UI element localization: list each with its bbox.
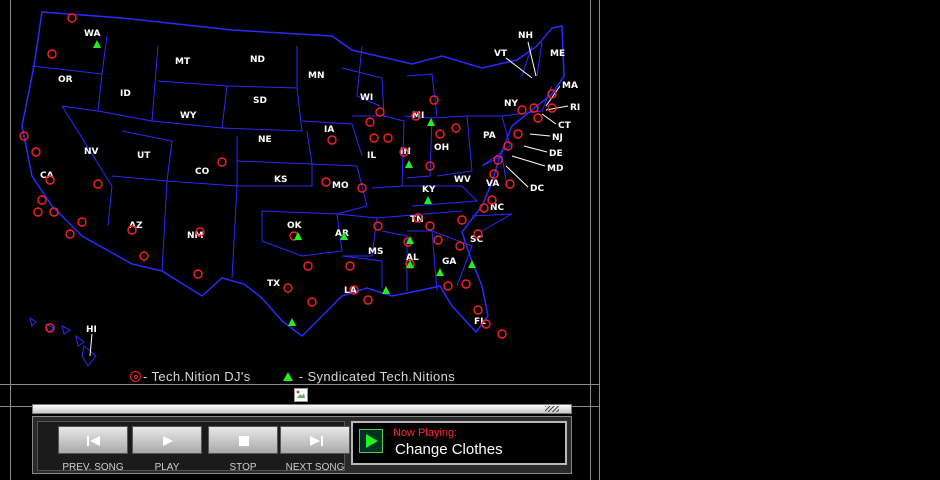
player-controls: PREV. SONG PLAY STOP NEXT SONG (37, 421, 350, 473)
legend-dj-label: - Tech.Nition DJ's (143, 369, 251, 385)
us-station-map[interactable]: WAORCA NVIDMT WYUTAZ CONMND SDNEKS OKTXM… (12, 6, 582, 366)
stop-button[interactable] (208, 426, 278, 454)
svg-text:NJ: NJ (552, 133, 563, 143)
state-borders (31, 35, 553, 292)
stop-label: STOP (229, 462, 257, 473)
svg-text:DE: DE (549, 149, 563, 159)
page-frame: WA OR CA NV ID MT WY UT AZ CO NM ND SD NE KS OK TX M… (0, 0, 600, 480)
svg-text:ID: ID (120, 89, 131, 99)
svg-text:NE: NE (258, 135, 272, 145)
svg-text:MT: MT (175, 57, 191, 67)
svg-text:WI: WI (360, 93, 373, 103)
svg-text:VT: VT (494, 49, 508, 59)
play-icon (163, 436, 173, 446)
svg-text:IA: IA (324, 125, 334, 135)
frame-divider (10, 0, 11, 480)
legend-syndicated-label: - Syndicated Tech.Nitions (298, 369, 456, 385)
svg-text:HI: HI (86, 325, 97, 335)
now-playing-display: Now Playing: Change Clothes (351, 421, 567, 465)
svg-text:IL: IL (367, 151, 376, 161)
svg-text:MA: MA (562, 81, 578, 91)
next-icon (310, 436, 323, 446)
svg-text:ME: ME (550, 49, 565, 59)
map-legend: - Tech.Nition DJ's - Syndicated Tech.Nit… (130, 368, 455, 386)
svg-text:MN: MN (308, 71, 325, 81)
svg-text:DC: DC (530, 184, 544, 194)
svg-text:VA: VA (486, 179, 499, 189)
prev-icon (87, 436, 100, 446)
music-player: PREV. SONG PLAY STOP NEXT SONG Now Playi… (32, 404, 572, 474)
grip-icon[interactable] (545, 406, 559, 412)
svg-text:CT: CT (558, 121, 572, 131)
syndicated-marker-icon (282, 372, 293, 382)
svg-text:TX: TX (267, 279, 280, 289)
frame-divider (590, 0, 591, 480)
svg-text:FL: FL (474, 317, 486, 327)
now-playing-icon (359, 429, 383, 453)
svg-text:NY: NY (504, 99, 519, 109)
svg-text:RI: RI (570, 103, 580, 113)
play-button[interactable] (132, 426, 202, 454)
svg-text:UT: UT (137, 151, 151, 161)
svg-text:OR: OR (58, 75, 73, 85)
svg-text:WV: WV (454, 175, 471, 185)
now-playing-song: Change Clothes (395, 441, 503, 458)
player-title-bar[interactable] (32, 404, 572, 414)
next-song-button[interactable] (280, 426, 350, 454)
svg-text:GA: GA (442, 257, 456, 267)
dj-markers[interactable] (19, 13, 557, 339)
svg-text:NH: NH (518, 31, 533, 41)
prev-song-label: PREV. SONG (62, 462, 124, 473)
frame-divider (599, 0, 600, 480)
svg-text:OH: OH (434, 143, 449, 153)
svg-text:OK: OK (287, 221, 303, 231)
svg-text:SD: SD (253, 96, 267, 106)
svg-text:PA: PA (483, 131, 496, 141)
stop-icon (239, 436, 249, 446)
svg-text:ND: ND (250, 55, 265, 65)
broken-image-icon (294, 388, 308, 402)
next-song-label: NEXT SONG (285, 462, 345, 473)
svg-text:KS: KS (274, 175, 287, 185)
player-body: PREV. SONG PLAY STOP NEXT SONG Now Playi… (32, 416, 572, 474)
svg-text:MD: MD (547, 164, 563, 174)
state-labels: WAORCA NVIDMT WYUTAZ CONMND SDNEKS OKTXM… (40, 29, 580, 335)
svg-text:MS: MS (368, 247, 383, 257)
svg-text:WY: WY (180, 111, 197, 121)
play-label: PLAY (154, 462, 180, 473)
svg-text:MO: MO (332, 181, 349, 191)
svg-text:WA: WA (84, 29, 101, 39)
now-playing-label: Now Playing: (393, 427, 458, 439)
prev-song-button[interactable] (58, 426, 128, 454)
svg-text:KY: KY (422, 185, 436, 195)
dj-marker-icon (130, 371, 141, 383)
svg-text:NV: NV (84, 147, 99, 157)
svg-text:CO: CO (195, 167, 210, 177)
